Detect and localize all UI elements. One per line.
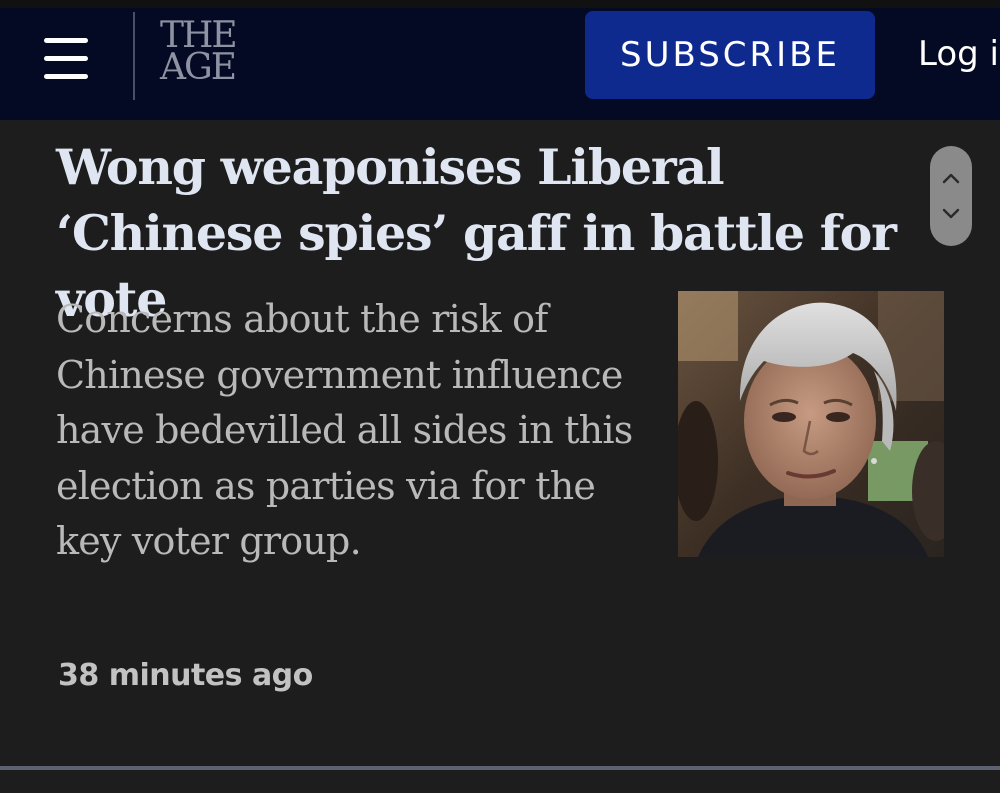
scroll-navigator: [930, 146, 972, 246]
article-summary: Concerns about the risk of Chinese gover…: [56, 297, 633, 563]
menu-bar: [44, 74, 88, 79]
page: THE AGE SUBSCRIBE Log in Wong weaponises…: [0, 0, 1000, 793]
menu-bar: [44, 56, 88, 61]
site-header: THE AGE SUBSCRIBE Log in: [0, 0, 1000, 120]
chevron-down-icon[interactable]: [930, 196, 972, 232]
menu-bar: [44, 38, 88, 43]
article-timestamp: 38 minutes ago: [58, 658, 313, 693]
header-divider: [133, 12, 135, 100]
site-logo[interactable]: THE AGE: [160, 18, 260, 88]
hamburger-menu-icon[interactable]: [40, 34, 92, 86]
login-link[interactable]: Log in: [918, 34, 1000, 74]
section-divider: [0, 766, 1000, 770]
logo-line-2: AGE: [160, 47, 237, 88]
chevron-up-icon[interactable]: [930, 160, 972, 196]
subscribe-button[interactable]: SUBSCRIBE: [585, 11, 875, 99]
article-thumbnail[interactable]: [678, 291, 944, 557]
portrait-image: [678, 291, 944, 557]
